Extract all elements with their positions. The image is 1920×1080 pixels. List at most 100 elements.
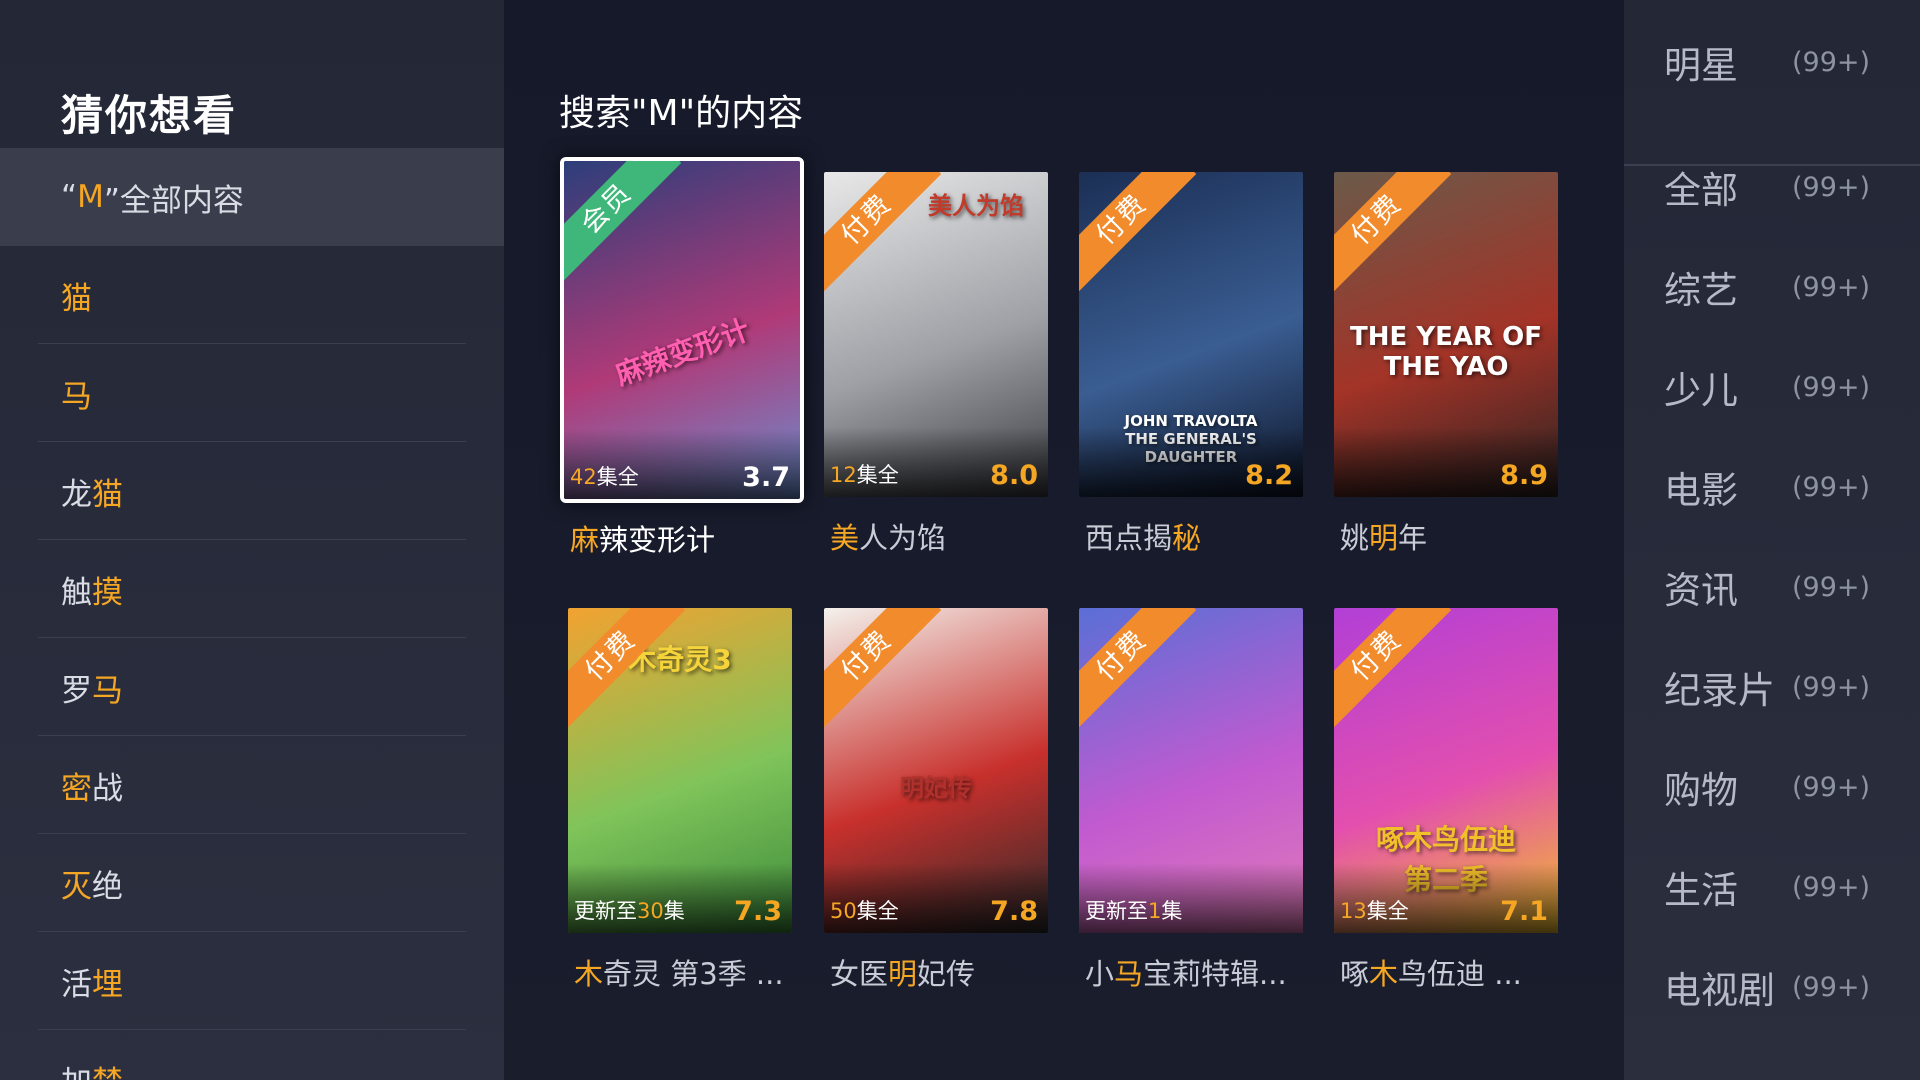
result-card[interactable]: 付费 更新至1集 小马宝莉特辑... xyxy=(1079,608,1303,993)
suggestion-keyword: 马 xyxy=(92,672,123,709)
suggestion-item[interactable]: 罗马 xyxy=(0,638,504,736)
result-card[interactable]: 美人为馅 付费 12集全 8.0 美人为馅 xyxy=(824,172,1048,557)
category-item[interactable]: 明星 (99+) xyxy=(1624,22,1920,102)
result-card[interactable]: 木奇灵3 付费 更新至30集 7.3 木奇灵 第3季 ... xyxy=(568,608,792,993)
title-text: 姚 xyxy=(1340,521,1370,555)
result-card[interactable]: THE YEAR OF THE YAO 付费 8.9 姚明年 xyxy=(1334,172,1558,557)
suggestion-keyword: 灭 xyxy=(61,868,92,905)
poster-title-art: 明妃传 xyxy=(900,774,972,802)
title-text: 西点揭 xyxy=(1085,521,1173,555)
result-card[interactable]: 明妃传 付费 50集全 7.8 女医明妃传 xyxy=(824,608,1048,993)
suggestion-item[interactable]: 马 xyxy=(0,344,504,442)
title-text: 辣变形计 xyxy=(599,523,716,557)
badge-corner: 付费 xyxy=(824,172,944,292)
pay-badge: 付费 xyxy=(1079,172,1197,292)
category-count: (99+) xyxy=(1792,671,1871,703)
suggestion-item[interactable]: 灭绝 xyxy=(0,834,504,932)
suggestion-text: 加 xyxy=(61,1057,92,1080)
title-text: 妃传 xyxy=(917,957,976,991)
category-item[interactable]: 少儿 (99+) xyxy=(1624,347,1920,427)
category-item[interactable]: 电视剧 (99+) xyxy=(1624,947,1920,1027)
suggestion-text: 绝 xyxy=(92,868,123,905)
category-count: (99+) xyxy=(1792,971,1871,1003)
pay-badge: 付费 xyxy=(824,172,942,292)
title-keyword: 麻 xyxy=(570,523,600,557)
title-text: 年 xyxy=(1398,521,1428,555)
card-title: 小马宝莉特辑... xyxy=(1079,951,1309,993)
category-item[interactable]: 全部 (99+) xyxy=(1624,147,1920,227)
suggestion-item[interactable]: 活埋 xyxy=(0,932,504,1030)
pay-badge: 付费 xyxy=(568,608,686,728)
results-panel: 搜索"M"的内容 麻辣变形计 会员 42集全 3.7 麻辣变形计 美人为馅 付费 12集全 8.… xyxy=(504,0,1624,1080)
category-count: (99+) xyxy=(1792,171,1871,203)
suggestion-item[interactable]: 龙猫 xyxy=(0,442,504,540)
category-label: 全部 xyxy=(1664,169,1738,212)
rating-score: 3.7 xyxy=(742,462,790,493)
suggestion-item[interactable]: 加禁 xyxy=(0,1030,504,1080)
episode-info: 更新至1集 xyxy=(1085,895,1182,925)
category-label: 纪录片 xyxy=(1664,669,1775,712)
category-count: (99+) xyxy=(1792,571,1871,603)
category-count: (99+) xyxy=(1792,871,1871,903)
poster-image: 付费 更新至1集 xyxy=(1079,608,1303,933)
suggestion-panel: 猜你想看 “M”全部内容 猫马龙猫触摸罗马密战灭绝活埋加禁 xyxy=(0,0,504,1080)
rating-score: 8.2 xyxy=(1245,460,1293,491)
rating-score: 7.8 xyxy=(990,896,1038,927)
category-count: (99+) xyxy=(1792,771,1871,803)
rating-score: 7.3 xyxy=(734,896,782,927)
pay-badge: 付费 xyxy=(824,608,942,728)
category-item[interactable]: 购物 (99+) xyxy=(1624,747,1920,827)
category-label: 电影 xyxy=(1664,469,1738,512)
episode-prefix: 更新至 xyxy=(1085,899,1148,923)
episode-info: 更新至30集 xyxy=(574,895,685,925)
suggestion-all-content[interactable]: “M ”全部内容 xyxy=(0,148,504,246)
episode-count: 30 xyxy=(637,899,664,923)
episode-suffix: 集 xyxy=(1161,899,1183,923)
all-label: ”全部内容 xyxy=(103,182,244,219)
result-card[interactable]: JOHN TRAVOLTA THE GENERAL'S DAUGHTER付费8.… xyxy=(1079,172,1303,557)
category-item[interactable]: 生活 (99+) xyxy=(1624,847,1920,927)
episode-count: 1 xyxy=(1148,899,1162,923)
episode-suffix: 集 xyxy=(663,899,685,923)
suggestion-keyword: 猫 xyxy=(92,476,123,513)
vip-badge: 会员 xyxy=(564,161,682,281)
category-item[interactable]: 纪录片 (99+) xyxy=(1624,647,1920,727)
title-keyword: 木 xyxy=(1369,957,1399,991)
episode-suffix: 集全 xyxy=(856,463,899,487)
episode-count: 50 xyxy=(830,899,857,923)
suggestion-item[interactable]: 触摸 xyxy=(0,540,504,638)
category-count: (99+) xyxy=(1792,371,1871,403)
rating-score: 8.9 xyxy=(1500,460,1548,491)
category-item[interactable]: 综艺 (99+) xyxy=(1624,247,1920,327)
title-text: 小 xyxy=(1085,957,1115,991)
title-keyword: 明 xyxy=(888,957,918,991)
card-title: 姚明年 xyxy=(1334,515,1564,557)
title-text: 鸟伍迪 ... xyxy=(1398,957,1522,991)
suggestion-item[interactable]: 猫 xyxy=(0,246,504,344)
badge-corner: 付费 xyxy=(1079,172,1199,292)
category-label: 少儿 xyxy=(1664,369,1738,412)
poster-image: 明妃传 付费 50集全 7.8 xyxy=(824,608,1048,933)
suggestion-keyword: 禁 xyxy=(92,1057,123,1080)
suggestion-item[interactable]: 密战 xyxy=(0,736,504,834)
all-quote-open: “ xyxy=(61,179,78,215)
category-item[interactable]: 资讯 (99+) xyxy=(1624,547,1920,627)
badge-corner: 付费 xyxy=(1334,172,1454,292)
category-label: 生活 xyxy=(1664,869,1738,912)
category-item[interactable]: 电影 (99+) xyxy=(1624,447,1920,527)
suggestion-title: 猜你想看 xyxy=(61,91,238,140)
episode-info: 42集全 xyxy=(570,461,639,491)
poster-image: JOHN TRAVOLTA THE GENERAL'S DAUGHTER付费8.… xyxy=(1079,172,1303,497)
suggestion-text: 战 xyxy=(92,770,123,807)
episode-suffix: 集全 xyxy=(856,899,899,923)
suggestion-text: 活 xyxy=(61,966,92,1003)
result-card[interactable]: 啄木鸟伍迪 第二季付费13集全7.1啄木鸟伍迪 ... xyxy=(1334,608,1558,993)
poster-image: 麻辣变形计 会员 42集全 3.7 xyxy=(560,157,804,503)
episode-suffix: 集全 xyxy=(1366,899,1409,923)
result-card[interactable]: 麻辣变形计 会员 42集全 3.7 麻辣变形计 xyxy=(560,157,804,559)
episode-count: 42 xyxy=(570,465,597,489)
title-text: 女医 xyxy=(830,957,889,991)
category-label: 明星 xyxy=(1664,44,1738,87)
episode-info: 12集全 xyxy=(830,459,899,489)
category-count: (99+) xyxy=(1792,471,1871,503)
